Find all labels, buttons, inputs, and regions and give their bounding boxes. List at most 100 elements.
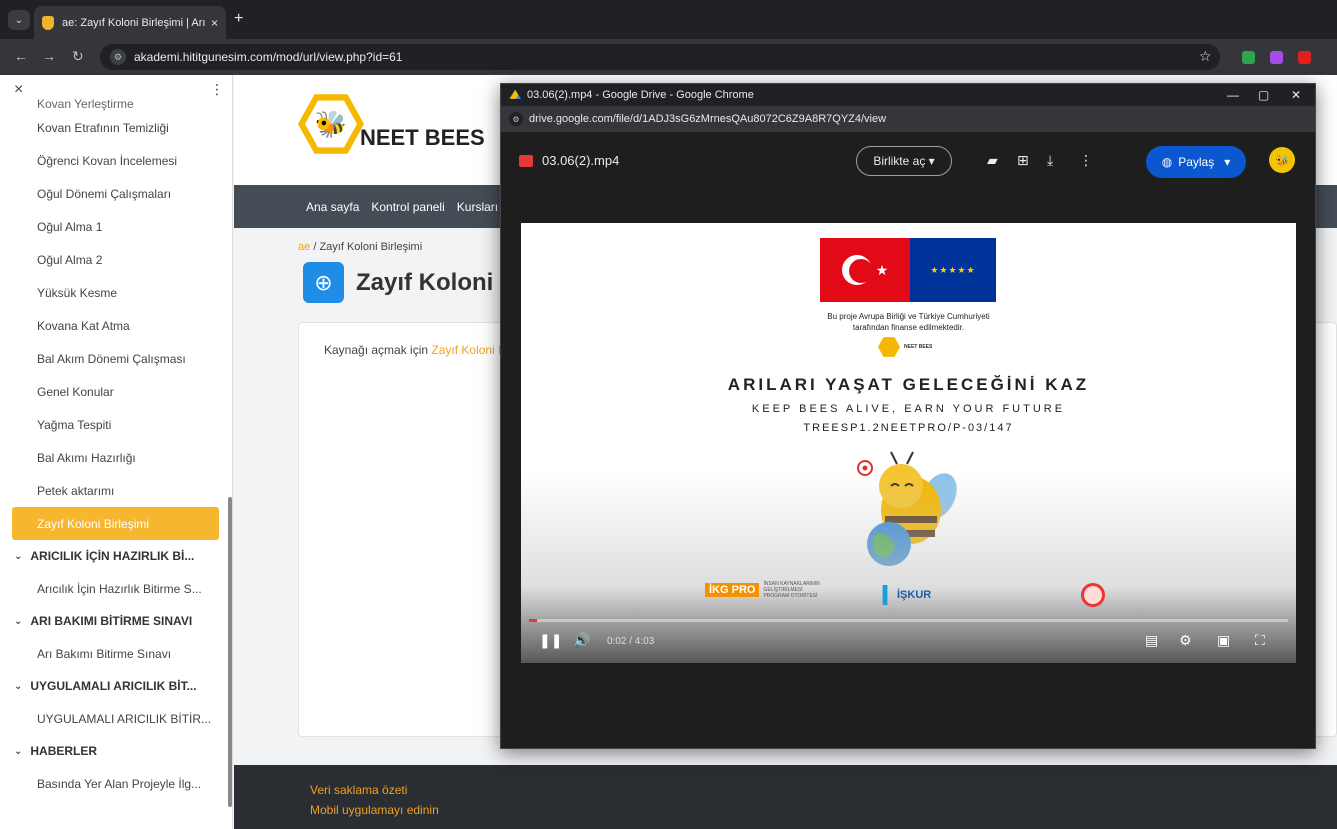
course-section-header[interactable]: ⌄ ARI BAKIMI BİTİRME SINAVI: [0, 605, 226, 637]
tab-close-icon[interactable]: ×: [211, 16, 218, 30]
tab-search-button[interactable]: ⌄: [8, 10, 30, 30]
section-label: UYGULAMALI ARICILIK BİT...: [30, 679, 197, 693]
tab-strip: ⌄ ae: Zayıf Koloni Birleşimi | Arılar × …: [0, 0, 1337, 39]
add-comment-icon[interactable]: ⊞: [1017, 152, 1029, 169]
address-bar[interactable]: ⚙ akademi.hititgunesim.com/mod/url/view.…: [100, 44, 1220, 70]
volume-icon[interactable]: 🔊: [573, 632, 590, 649]
download-icon[interactable]: ⤓: [1047, 152, 1053, 169]
more-options-icon[interactable]: ⋮: [1079, 152, 1093, 169]
google-drive-icon: [509, 89, 521, 99]
course-index-item-active[interactable]: Zayıf Koloni Birleşimi: [12, 507, 219, 540]
share-button[interactable]: ◍ Paylaş ▾: [1146, 146, 1246, 178]
pause-icon[interactable]: ❚❚: [539, 632, 562, 649]
open-with-button[interactable]: Birlikte aç ▾: [856, 146, 952, 176]
chevron-down-icon[interactable]: ⌄: [14, 551, 22, 562]
funding-note: Bu proje Avrupa Birliği ve Türkiye Cumhu…: [521, 311, 1296, 333]
reload-icon[interactable]: ↻: [72, 48, 84, 65]
course-index-item[interactable]: Oğul Alma 2: [0, 243, 226, 276]
course-index-item[interactable]: Yüksük Kesme: [0, 276, 226, 309]
globe-icon: ⊕: [303, 262, 344, 303]
popup-titlebar[interactable]: 03.06(2).mp4 - Google Drive - Google Chr…: [501, 84, 1315, 106]
chevron-down-icon[interactable]: ⌄: [14, 681, 22, 692]
course-index-item[interactable]: Basında Yer Alan Projeyle İlg...: [0, 767, 226, 800]
popup-address-bar[interactable]: ⚙ drive.google.com/file/d/1ADJ3sG6zMrnes…: [501, 106, 1315, 132]
course-section-header[interactable]: ⌄ UYGULAMALI ARICILIK BİT...: [0, 670, 226, 702]
extension-icon-green[interactable]: [1242, 51, 1255, 64]
neet-bees-logo[interactable]: 🐝: [298, 94, 364, 154]
crescent-icon: [841, 255, 873, 285]
ikg-pro-subtitle: İNSAN KAYNAKLARININ GELİŞTİRİLMESİ PROGR…: [763, 581, 820, 599]
course-index-item[interactable]: Genel Konular: [0, 375, 226, 408]
breadcrumb: ae / Zayıf Koloni Birleşimi: [298, 241, 422, 253]
settings-gear-icon[interactable]: ⚙: [1179, 632, 1192, 649]
fullscreen-icon[interactable]: ⛶: [1255, 632, 1265, 649]
video-controls: ❚❚ 🔊 0:02 / 4:03 ▤ ⚙ ▣ ⛶: [521, 619, 1296, 663]
course-index-item[interactable]: Petek aktarımı: [0, 474, 226, 507]
section-label: ARICILIK İÇİN HAZIRLIK Bİ...: [30, 549, 195, 563]
site-settings-icon[interactable]: ⚙: [509, 112, 523, 126]
maximize-icon[interactable]: ▢: [1258, 88, 1269, 102]
add-shortcut-icon[interactable]: ▰: [987, 152, 998, 169]
course-index-item[interactable]: Kovana Kat Atma: [0, 309, 226, 342]
breadcrumb-current: Zayıf Koloni Birleşimi: [319, 241, 423, 253]
iskur-logo: İŞKUR: [879, 585, 931, 605]
course-section-header[interactable]: ⌄ HABERLER: [0, 735, 226, 767]
iskur-label: İŞKUR: [897, 589, 932, 601]
page-title: ⊕ Zayıf Koloni: [303, 262, 493, 303]
address-url: akademi.hititgunesim.com/mod/url/view.ph…: [134, 50, 403, 64]
course-index-item[interactable]: Oğul Dönemi Çalışmaları: [0, 177, 226, 210]
course-index-item[interactable]: Arı Bakımı Bitirme Sınavı: [0, 637, 226, 670]
resource-prefix: Kaynağı açmak için: [324, 343, 429, 357]
account-avatar[interactable]: 🐝: [1269, 147, 1295, 173]
extension-icon-red[interactable]: [1298, 51, 1311, 64]
captions-icon[interactable]: ▤: [1145, 632, 1158, 649]
bee-icon: 🐝: [305, 100, 357, 148]
video-player[interactable]: ★ ★★★★★ Bu proje Avrupa Birliği ve Türki…: [521, 223, 1296, 663]
nav-courses[interactable]: Kursları: [457, 200, 498, 214]
breadcrumb-root[interactable]: ae: [298, 241, 310, 253]
course-index-item[interactable]: Arıcılık İçin Hazırlık Bitirme S...: [0, 572, 226, 605]
footer-data-retention-link[interactable]: Veri saklama özeti: [310, 783, 407, 797]
forward-icon[interactable]: →: [42, 48, 56, 64]
extension-icon-purple[interactable]: [1270, 51, 1283, 64]
site-settings-icon[interactable]: ⚙: [110, 49, 126, 65]
miniplayer-icon[interactable]: ▣: [1217, 632, 1230, 649]
popup-window-title: 03.06(2).mp4 - Google Drive - Google Chr…: [527, 89, 754, 101]
course-index-item[interactable]: Yağma Tespiti: [0, 408, 226, 441]
ikg-pro-logo: İKG PRO İNSAN KAYNAKLARININ GELİŞTİRİLME…: [705, 581, 823, 599]
video-time: 0:02 / 4:03: [607, 636, 655, 647]
course-index-item[interactable]: Öğrenci Kovan İncelemesi: [0, 144, 226, 177]
close-window-icon[interactable]: ✕: [1291, 88, 1301, 102]
nav-home[interactable]: Ana sayfa: [306, 200, 359, 214]
bookmark-star-icon[interactable]: ☆: [1199, 48, 1212, 65]
chevron-down-icon[interactable]: ⌄: [14, 746, 22, 757]
course-index-item[interactable]: Kovan Etrafının Temizliği: [0, 111, 226, 144]
course-section-header[interactable]: ⌄ ARICILIK İÇİN HAZIRLIK Bİ...: [0, 540, 226, 572]
video-file-icon: [519, 155, 533, 167]
ikg-pro-label: İKG PRO: [705, 583, 760, 597]
browser-toolbar: ← → ↻ ⚙ akademi.hititgunesim.com/mod/url…: [0, 39, 1337, 75]
course-index-item[interactable]: Bal Akımı Hazırlığı: [0, 441, 226, 474]
footer-mobile-app-link[interactable]: Mobil uygulamayı edinin: [310, 803, 439, 817]
minimize-icon[interactable]: —: [1227, 88, 1239, 102]
drawer-scrollbar[interactable]: [228, 497, 232, 807]
course-index-item[interactable]: UYGULAMALI ARICILIK BİTİR...: [0, 702, 226, 735]
funding-line-2: tarafından finanse edilmektedir.: [852, 323, 965, 332]
video-subheading: KEEP BEES ALIVE, EARN YOUR FUTURE: [751, 403, 1066, 415]
course-index-item[interactable]: Oğul Alma 1: [0, 210, 226, 243]
back-icon[interactable]: ←: [14, 48, 28, 64]
popup-url: drive.google.com/file/d/1ADJ3sG6zMrnesQA…: [529, 113, 887, 125]
video-progress-bar[interactable]: [529, 619, 1288, 622]
resource-line: Kaynağı açmak için Zayıf Koloni Bi: [324, 343, 509, 357]
ministry-seal-logo: [1081, 583, 1105, 607]
iskur-mark-icon: [882, 585, 888, 605]
browser-tab[interactable]: ae: Zayıf Koloni Birleşimi | Arılar ×: [34, 6, 226, 39]
nav-dashboard[interactable]: Kontrol paneli: [371, 200, 444, 214]
site-favicon: [42, 15, 54, 30]
course-index-item[interactable]: Bal Akım Dönemi Çalışması: [0, 342, 226, 375]
new-tab-button[interactable]: +: [234, 10, 243, 28]
resource-link[interactable]: Zayıf Koloni Bi: [431, 343, 508, 357]
tab-title: ae: Zayıf Koloni Birleşimi | Arılar: [62, 16, 205, 29]
course-index-item[interactable]: Kovan Yerleştirme: [0, 95, 226, 111]
chevron-down-icon[interactable]: ⌄: [14, 616, 22, 627]
